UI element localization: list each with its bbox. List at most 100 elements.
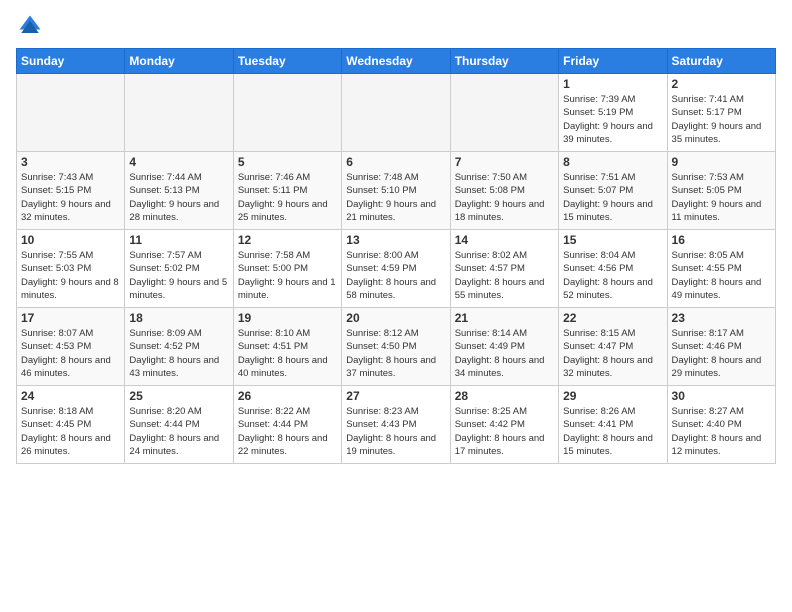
day-info: Sunrise: 8:17 AM Sunset: 4:46 PM Dayligh… <box>672 327 771 380</box>
day-info: Sunrise: 7:48 AM Sunset: 5:10 PM Dayligh… <box>346 171 445 224</box>
calendar-day-cell: 2Sunrise: 7:41 AM Sunset: 5:17 PM Daylig… <box>667 74 775 152</box>
calendar: SundayMondayTuesdayWednesdayThursdayFrid… <box>16 48 776 464</box>
calendar-day-cell: 7 Sunrise: 7:50 AM Sunset: 5:08 PM Daylig… <box>450 152 558 230</box>
calendar-day-cell: 16 Sunrise: 8:05 AM Sunset: 4:55 PM Dayli… <box>667 230 775 308</box>
day-info: Sunrise: 7:57 AM Sunset: 5:02 PM Dayligh… <box>129 249 228 302</box>
calendar-day-cell: 14 Sunrise: 8:02 AM Sunset: 4:57 PM Dayli… <box>450 230 558 308</box>
day-info: Sunrise: 8:00 AM Sunset: 4:59 PM Dayligh… <box>346 249 445 302</box>
calendar-day-cell <box>233 74 341 152</box>
weekday-header: Thursday <box>450 49 558 74</box>
day-number: 2 <box>672 77 771 91</box>
calendar-day-cell: 30 Sunrise: 8:27 AM Sunset: 4:40 PM Dayli… <box>667 386 775 464</box>
calendar-week-row: 1 Sunrise: 7:39 AM Sunset: 5:19 PM Daylig… <box>17 74 776 152</box>
day-number: 26 <box>238 389 337 403</box>
calendar-day-cell: 12 Sunrise: 7:58 AM Sunset: 5:00 PM Dayli… <box>233 230 341 308</box>
day-info: Sunrise: 8:14 AM Sunset: 4:49 PM Dayligh… <box>455 327 554 380</box>
day-info: Sunrise: 7:46 AM Sunset: 5:11 PM Dayligh… <box>238 171 337 224</box>
day-info: Sunrise: 8:27 AM Sunset: 4:40 PM Dayligh… <box>672 405 771 458</box>
day-number: 24 <box>21 389 120 403</box>
day-info: Sunrise: 7:58 AM Sunset: 5:00 PM Dayligh… <box>238 249 337 302</box>
calendar-day-cell: 23 Sunrise: 8:17 AM Sunset: 4:46 PM Dayli… <box>667 308 775 386</box>
day-info: Sunrise: 7:39 AM Sunset: 5:19 PM Dayligh… <box>563 93 662 146</box>
calendar-day-cell: 26Sunrise: 8:22 AM Sunset: 4:44 PM Dayli… <box>233 386 341 464</box>
day-info: Sunrise: 8:26 AM Sunset: 4:41 PM Dayligh… <box>563 405 662 458</box>
day-number: 6 <box>346 155 445 169</box>
day-number: 30 <box>672 389 771 403</box>
calendar-day-cell: 3 Sunrise: 7:43 AM Sunset: 5:15 PM Daylig… <box>17 152 125 230</box>
calendar-day-cell <box>17 74 125 152</box>
calendar-week-row: 3 Sunrise: 7:43 AM Sunset: 5:15 PM Daylig… <box>17 152 776 230</box>
day-info: Sunrise: 8:15 AM Sunset: 4:47 PM Dayligh… <box>563 327 662 380</box>
calendar-day-cell: 13 Sunrise: 8:00 AM Sunset: 4:59 PM Dayli… <box>342 230 450 308</box>
day-info: Sunrise: 8:20 AM Sunset: 4:44 PM Dayligh… <box>129 405 228 458</box>
calendar-day-cell: 10 Sunrise: 7:55 AM Sunset: 5:03 PM Dayli… <box>17 230 125 308</box>
day-number: 23 <box>672 311 771 325</box>
calendar-day-cell: 27Sunrise: 8:23 AM Sunset: 4:43 PM Dayli… <box>342 386 450 464</box>
calendar-day-cell: 29 Sunrise: 8:26 AM Sunset: 4:41 PM Dayli… <box>559 386 667 464</box>
day-number: 1 <box>563 77 662 91</box>
day-info: Sunrise: 8:07 AM Sunset: 4:53 PM Dayligh… <box>21 327 120 380</box>
logo-icon <box>16 12 44 40</box>
header <box>16 12 776 40</box>
calendar-header-row: SundayMondayTuesdayWednesdayThursdayFrid… <box>17 49 776 74</box>
day-number: 21 <box>455 311 554 325</box>
day-info: Sunrise: 7:50 AM Sunset: 5:08 PM Dayligh… <box>455 171 554 224</box>
day-number: 10 <box>21 233 120 247</box>
day-number: 3 <box>21 155 120 169</box>
day-number: 4 <box>129 155 228 169</box>
day-info: Sunrise: 8:04 AM Sunset: 4:56 PM Dayligh… <box>563 249 662 302</box>
calendar-day-cell: 22 Sunrise: 8:15 AM Sunset: 4:47 PM Dayli… <box>559 308 667 386</box>
calendar-day-cell <box>342 74 450 152</box>
page: SundayMondayTuesdayWednesdayThursdayFrid… <box>0 0 792 612</box>
calendar-day-cell: 15 Sunrise: 8:04 AM Sunset: 4:56 PM Dayli… <box>559 230 667 308</box>
day-number: 15 <box>563 233 662 247</box>
day-info: Sunrise: 7:43 AM Sunset: 5:15 PM Dayligh… <box>21 171 120 224</box>
day-info: Sunrise: 8:25 AM Sunset: 4:42 PM Dayligh… <box>455 405 554 458</box>
weekday-header: Friday <box>559 49 667 74</box>
day-number: 13 <box>346 233 445 247</box>
day-number: 18 <box>129 311 228 325</box>
day-info: Sunrise: 8:12 AM Sunset: 4:50 PM Dayligh… <box>346 327 445 380</box>
calendar-day-cell: 21 Sunrise: 8:14 AM Sunset: 4:49 PM Dayli… <box>450 308 558 386</box>
day-number: 12 <box>238 233 337 247</box>
day-number: 7 <box>455 155 554 169</box>
day-info: Sunrise: 7:51 AM Sunset: 5:07 PM Dayligh… <box>563 171 662 224</box>
day-info: Sunrise: 8:02 AM Sunset: 4:57 PM Dayligh… <box>455 249 554 302</box>
calendar-day-cell: 4Sunrise: 7:44 AM Sunset: 5:13 PM Daylig… <box>125 152 233 230</box>
calendar-day-cell: 17 Sunrise: 8:07 AM Sunset: 4:53 PM Dayli… <box>17 308 125 386</box>
day-info: Sunrise: 8:05 AM Sunset: 4:55 PM Dayligh… <box>672 249 771 302</box>
calendar-day-cell: 18 Sunrise: 8:09 AM Sunset: 4:52 PM Dayli… <box>125 308 233 386</box>
day-number: 29 <box>563 389 662 403</box>
weekday-header: Tuesday <box>233 49 341 74</box>
calendar-day-cell: 8Sunrise: 7:51 AM Sunset: 5:07 PM Daylig… <box>559 152 667 230</box>
weekday-header: Saturday <box>667 49 775 74</box>
day-info: Sunrise: 7:55 AM Sunset: 5:03 PM Dayligh… <box>21 249 120 302</box>
day-number: 17 <box>21 311 120 325</box>
weekday-header: Wednesday <box>342 49 450 74</box>
calendar-week-row: 10 Sunrise: 7:55 AM Sunset: 5:03 PM Dayli… <box>17 230 776 308</box>
logo <box>16 12 48 40</box>
calendar-day-cell <box>125 74 233 152</box>
day-number: 9 <box>672 155 771 169</box>
day-number: 11 <box>129 233 228 247</box>
calendar-day-cell <box>450 74 558 152</box>
calendar-day-cell: 24Sunrise: 8:18 AM Sunset: 4:45 PM Dayli… <box>17 386 125 464</box>
calendar-day-cell: 9 Sunrise: 7:53 AM Sunset: 5:05 PM Daylig… <box>667 152 775 230</box>
calendar-day-cell: 6 Sunrise: 7:48 AM Sunset: 5:10 PM Daylig… <box>342 152 450 230</box>
calendar-week-row: 17 Sunrise: 8:07 AM Sunset: 4:53 PM Dayli… <box>17 308 776 386</box>
day-info: Sunrise: 7:53 AM Sunset: 5:05 PM Dayligh… <box>672 171 771 224</box>
calendar-week-row: 24Sunrise: 8:18 AM Sunset: 4:45 PM Dayli… <box>17 386 776 464</box>
calendar-day-cell: 20Sunrise: 8:12 AM Sunset: 4:50 PM Dayli… <box>342 308 450 386</box>
day-number: 28 <box>455 389 554 403</box>
weekday-header: Monday <box>125 49 233 74</box>
day-number: 14 <box>455 233 554 247</box>
day-number: 5 <box>238 155 337 169</box>
weekday-header: Sunday <box>17 49 125 74</box>
day-number: 27 <box>346 389 445 403</box>
day-number: 22 <box>563 311 662 325</box>
day-info: Sunrise: 8:10 AM Sunset: 4:51 PM Dayligh… <box>238 327 337 380</box>
day-number: 16 <box>672 233 771 247</box>
day-number: 19 <box>238 311 337 325</box>
calendar-day-cell: 1 Sunrise: 7:39 AM Sunset: 5:19 PM Daylig… <box>559 74 667 152</box>
day-info: Sunrise: 8:09 AM Sunset: 4:52 PM Dayligh… <box>129 327 228 380</box>
